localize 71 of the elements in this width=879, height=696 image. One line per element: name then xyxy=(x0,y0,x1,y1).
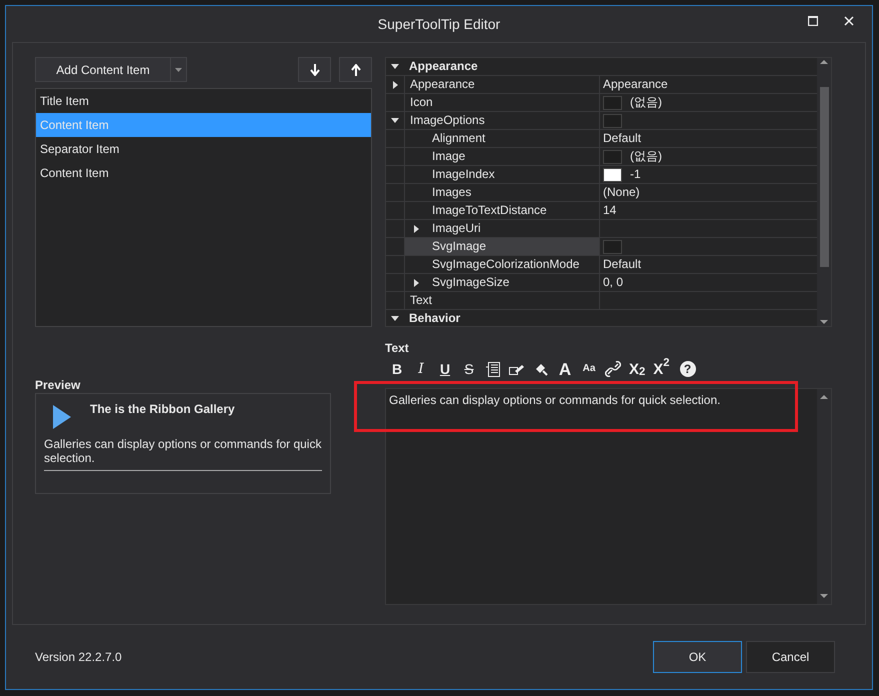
scroll-down-icon xyxy=(820,594,828,598)
property-value: -1 xyxy=(630,166,641,183)
window-title: SuperToolTip Editor xyxy=(378,14,500,34)
cancel-button[interactable]: Cancel xyxy=(746,640,835,672)
brush-icon xyxy=(534,362,548,376)
preview-text: Galleries can display options or commands for quick selection. xyxy=(44,437,322,471)
property-value: 14 xyxy=(603,202,616,219)
scrollbar-thumb[interactable] xyxy=(820,87,828,267)
list-item[interactable]: Title Item xyxy=(36,89,371,113)
property-name[interactable]: Image xyxy=(404,148,600,165)
expand-icon xyxy=(414,224,419,232)
italic-button[interactable]: I xyxy=(409,358,433,380)
category-header[interactable]: Appearance xyxy=(404,58,478,75)
link-icon xyxy=(605,361,621,377)
strikethrough-button[interactable]: S xyxy=(457,358,481,380)
underline-button[interactable]: U xyxy=(433,358,457,380)
move-up-button[interactable] xyxy=(339,57,372,82)
editor-text: Galleries can display options or commands for quick selection. xyxy=(388,392,722,409)
caret-icon xyxy=(175,68,182,72)
property-name[interactable]: ImageUri xyxy=(404,220,600,237)
property-name[interactable]: Alignment xyxy=(404,130,600,147)
help-button[interactable]: ? xyxy=(680,361,696,377)
category-header[interactable]: Behavior xyxy=(404,310,460,326)
arrow-up-icon xyxy=(350,64,360,76)
expand-icon xyxy=(392,80,398,88)
collapse-icon xyxy=(391,316,399,321)
property-value: Default xyxy=(603,130,642,147)
close-icon xyxy=(844,16,854,26)
arrow-down-icon xyxy=(310,64,320,76)
move-down-button[interactable] xyxy=(298,57,331,82)
property-value: 0, 0 xyxy=(603,274,624,291)
maximize-button[interactable] xyxy=(806,14,820,28)
font-size-button[interactable]: A xyxy=(553,358,577,380)
property-value: (없음) xyxy=(630,148,662,165)
text-editor[interactable]: Galleries can display options or commands for quick selection. xyxy=(385,388,832,605)
property-name[interactable]: Text xyxy=(404,292,600,309)
list-item[interactable]: Separator Item xyxy=(36,137,371,161)
list-icon xyxy=(486,362,500,376)
list-item[interactable]: Content Item xyxy=(36,161,371,185)
property-name[interactable]: Icon xyxy=(404,94,600,111)
script-button[interactable]: X$_{2}$ xyxy=(625,358,650,380)
change-case-button[interactable]: Aa xyxy=(577,358,601,380)
property-name[interactable]: ImageIndex xyxy=(404,166,600,183)
collapse-icon xyxy=(391,118,399,123)
collapse-icon xyxy=(391,64,399,69)
property-value: Appearance xyxy=(603,76,668,93)
play-icon xyxy=(53,405,71,429)
property-name[interactable]: Appearance xyxy=(404,76,600,93)
property-name[interactable]: SvgImageSize xyxy=(404,274,600,291)
maximize-icon xyxy=(808,16,818,26)
expand-icon xyxy=(414,278,419,286)
text-label: Text xyxy=(385,340,410,356)
scroll-down-icon xyxy=(820,320,828,324)
preview-title: The is the Ribbon Gallery xyxy=(90,401,235,418)
preview-label: Preview xyxy=(35,377,82,393)
script-button[interactable]: X$^{2}$ xyxy=(649,358,674,380)
version-label: Version 22.2.7.0 xyxy=(35,648,123,666)
ok-button[interactable]: OK xyxy=(653,640,742,672)
scroll-up-icon xyxy=(820,395,828,399)
close-button[interactable] xyxy=(842,14,856,28)
property-name[interactable]: Images xyxy=(404,184,600,201)
property-name[interactable]: SvgImage xyxy=(404,238,600,255)
property-value: (None) xyxy=(603,184,640,201)
bold-button[interactable]: B xyxy=(385,358,409,380)
property-value: Default xyxy=(603,256,642,273)
property-name[interactable]: ImageOptions xyxy=(404,112,600,129)
property-value: (없음) xyxy=(630,94,662,111)
pencil-icon xyxy=(509,363,525,375)
scroll-up-icon xyxy=(820,60,828,64)
property-name[interactable]: ImageToTextDistance xyxy=(404,202,600,219)
property-name[interactable]: SvgImageColorizationMode xyxy=(404,256,600,273)
